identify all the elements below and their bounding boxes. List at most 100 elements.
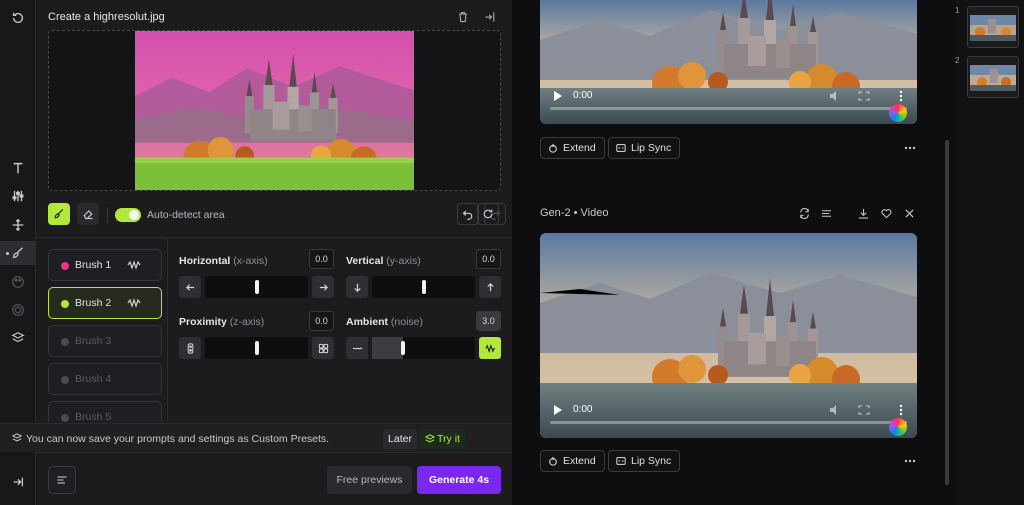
- video-player-1[interactable]: 0:00: [540, 0, 917, 124]
- horizontal-slider[interactable]: [179, 276, 334, 298]
- settings-icon: [57, 476, 67, 484]
- heart-icon[interactable]: [879, 206, 893, 220]
- video-controls: 0:00: [540, 84, 917, 124]
- lip-sync-button-1[interactable]: Lip Sync: [608, 137, 681, 159]
- vertical-value[interactable]: 0.0: [476, 249, 501, 269]
- brush-label: Brush 2: [75, 297, 112, 309]
- camera-motion-icon[interactable]: [4, 213, 32, 237]
- arrow-right-icon[interactable]: [312, 276, 334, 298]
- try-it-button[interactable]: Try it: [420, 429, 465, 449]
- color-orb-icon[interactable]: [889, 418, 907, 436]
- slider-track[interactable]: [205, 276, 308, 298]
- video-time: 0:00: [573, 404, 593, 415]
- brush-item-2[interactable]: Brush 2: [48, 287, 162, 319]
- high-noise-icon[interactable]: [479, 337, 501, 359]
- thumbnail-strip: 1 2: [955, 0, 1024, 505]
- thumbnail-image: [970, 15, 1016, 41]
- zoom-in-grid-icon[interactable]: [179, 337, 201, 359]
- settings-button[interactable]: [48, 466, 76, 494]
- undo-icon: [462, 210, 473, 220]
- play-icon[interactable]: [554, 405, 562, 415]
- video-progress-bar[interactable]: [550, 421, 907, 424]
- volume-icon[interactable]: [830, 405, 842, 415]
- horizontal-value[interactable]: 0.0: [309, 249, 334, 269]
- proximity-value[interactable]: 0.0: [309, 311, 334, 331]
- ambient-slider[interactable]: [346, 337, 501, 359]
- eraser-button[interactable]: [77, 203, 99, 225]
- thumbnail-2[interactable]: [967, 56, 1019, 98]
- extend-icon: [549, 143, 557, 153]
- collapse-panel-icon[interactable]: [482, 9, 498, 25]
- refresh-icon[interactable]: [797, 206, 811, 220]
- extend-button-2[interactable]: Extend: [540, 450, 605, 472]
- gallery-scrollbar[interactable]: [945, 140, 949, 485]
- brush-item-1[interactable]: Brush 1: [48, 249, 162, 281]
- slider-thumb[interactable]: [254, 280, 259, 294]
- proximity-slider[interactable]: [179, 337, 334, 359]
- brush-color-dot: [61, 300, 69, 308]
- generate-button[interactable]: Generate 4s: [417, 466, 501, 494]
- low-noise-icon[interactable]: [346, 337, 368, 359]
- brush-item-3[interactable]: Brush 3: [48, 325, 162, 357]
- thumbnail-number: 2: [955, 56, 960, 65]
- video-progress-bar[interactable]: [550, 107, 907, 110]
- source-image: [135, 31, 414, 190]
- play-icon[interactable]: [554, 91, 562, 101]
- brush-item-5[interactable]: Brush 5: [48, 401, 162, 422]
- more-horizontal-icon[interactable]: [904, 456, 916, 466]
- slider-track[interactable]: [372, 337, 475, 359]
- close-icon[interactable]: [902, 206, 916, 220]
- proximity-label: Proximity (z-axis): [179, 316, 265, 328]
- motion-brush-icon[interactable]: [0, 241, 36, 265]
- lip-sync-label: Lip Sync: [631, 455, 672, 467]
- extend-button-1[interactable]: Extend: [540, 137, 605, 159]
- ambient-value[interactable]: 3.0: [476, 311, 501, 331]
- later-button[interactable]: Later: [383, 429, 417, 449]
- undo-button[interactable]: [457, 203, 479, 225]
- sliders-icon[interactable]: [4, 184, 32, 208]
- layers-icon: [425, 434, 435, 443]
- text-icon[interactable]: [4, 156, 32, 180]
- more-vertical-icon[interactable]: [899, 90, 903, 102]
- auto-detect-toggle[interactable]: [115, 208, 141, 222]
- zoom-out-grid-icon[interactable]: [312, 337, 334, 359]
- image-canvas[interactable]: [48, 30, 501, 191]
- trash-icon[interactable]: [455, 9, 471, 25]
- slider-track[interactable]: [372, 276, 475, 298]
- fullscreen-icon[interactable]: [858, 91, 870, 101]
- reset-button[interactable]: [477, 203, 499, 225]
- color-orb-icon[interactable]: [889, 104, 907, 122]
- slider-thumb[interactable]: [421, 280, 426, 294]
- brush-tool-button[interactable]: [48, 203, 70, 225]
- slider-thumb[interactable]: [254, 341, 259, 355]
- arrow-left-icon[interactable]: [179, 276, 201, 298]
- collapse-icon[interactable]: [4, 470, 32, 494]
- fullscreen-icon[interactable]: [858, 405, 870, 415]
- palette-icon[interactable]: [4, 270, 32, 294]
- list-icon[interactable]: [819, 206, 833, 220]
- brush-list: Brush 1 Brush 2 Brush 3 Brush 4 Brush 5: [48, 249, 162, 422]
- frame-icon[interactable]: [4, 298, 32, 322]
- slider-thumb[interactable]: [400, 341, 405, 355]
- free-previews-button[interactable]: Free previews: [327, 466, 412, 494]
- arrow-down-icon[interactable]: [346, 276, 368, 298]
- eraser-icon: [83, 210, 93, 220]
- more-vertical-icon[interactable]: [899, 404, 903, 416]
- divider: [167, 238, 168, 422]
- lip-sync-button-2[interactable]: Lip Sync: [608, 450, 681, 472]
- brush-color-dot: [61, 376, 69, 384]
- layers-icon[interactable]: [4, 326, 32, 350]
- auto-detect-label: Auto-detect area: [147, 209, 225, 221]
- slider-track[interactable]: [205, 337, 308, 359]
- history-icon[interactable]: [4, 6, 32, 30]
- thumbnail-1[interactable]: [967, 6, 1019, 48]
- video-player-2[interactable]: 0:00: [540, 233, 917, 438]
- brush-color-dot: [61, 262, 69, 270]
- brush-item-4[interactable]: Brush 4: [48, 363, 162, 395]
- download-icon[interactable]: [856, 206, 870, 220]
- wave-icon: [127, 297, 141, 309]
- volume-icon[interactable]: [830, 91, 842, 101]
- more-horizontal-icon[interactable]: [904, 143, 916, 153]
- arrow-up-icon[interactable]: [479, 276, 501, 298]
- vertical-slider[interactable]: [346, 276, 501, 298]
